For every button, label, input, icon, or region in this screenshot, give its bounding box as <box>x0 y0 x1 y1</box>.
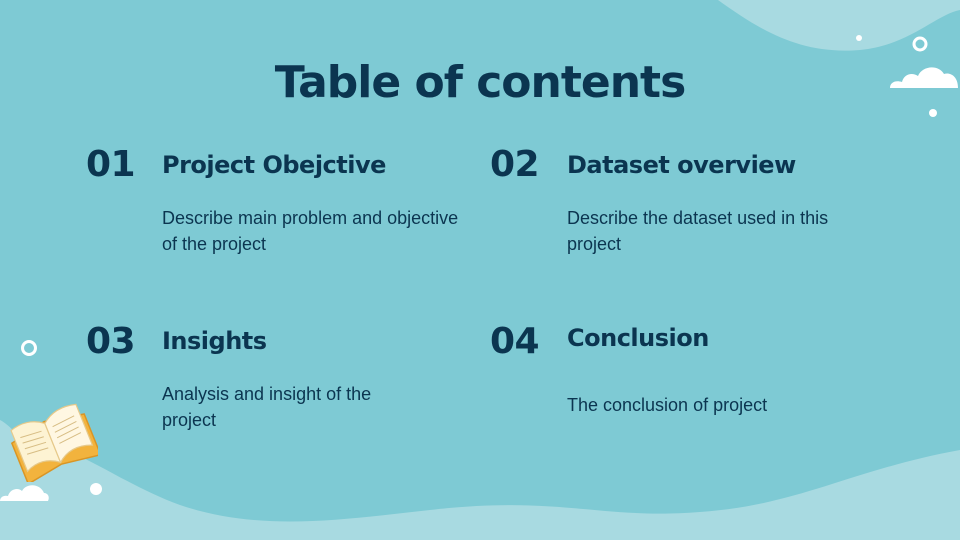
open-book-icon <box>10 403 98 482</box>
item-number: 04 <box>490 321 540 362</box>
item-description: Analysis and insight of the project <box>162 384 372 430</box>
dot-icon <box>856 35 862 41</box>
item-description: Describe main problem and objective of t… <box>162 208 459 254</box>
item-heading: Project Obejctive <box>162 151 386 179</box>
item-heading: Dataset overview <box>567 151 796 179</box>
item-description: The conclusion of project <box>567 395 768 415</box>
item-number: 03 <box>86 321 136 362</box>
slide-title: Table of contents <box>274 57 687 108</box>
bottom-wave <box>0 438 960 540</box>
item-number: 01 <box>86 144 136 185</box>
cloud-icon <box>0 485 49 501</box>
dot-icon <box>90 483 102 495</box>
item-number: 02 <box>490 144 540 185</box>
slide: Table of contents 01 Project Obejctive D… <box>0 0 960 540</box>
ring-icon <box>912 36 928 52</box>
item-heading: Insights <box>162 327 267 355</box>
item-heading: Conclusion <box>567 324 709 352</box>
ring-icon <box>21 340 37 356</box>
item-description: Describe the dataset used in this projec… <box>567 208 829 254</box>
